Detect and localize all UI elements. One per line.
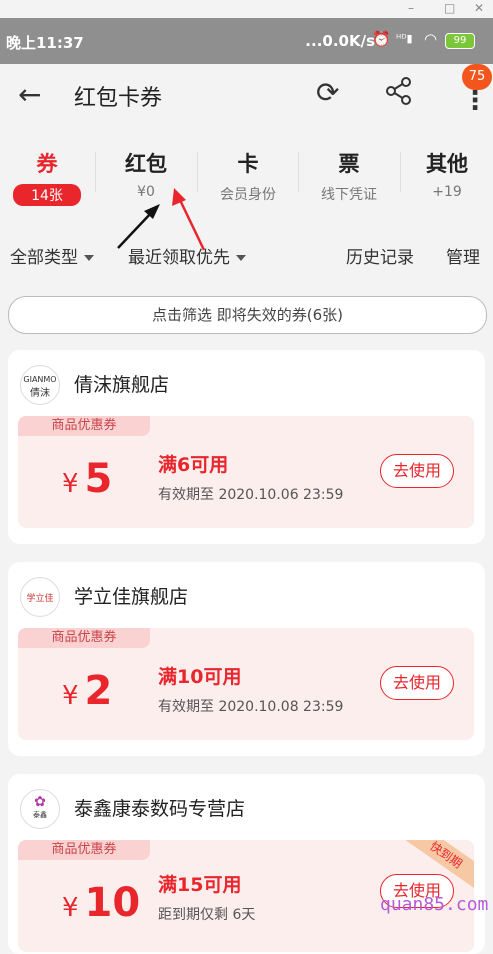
- status-time: 晚上11:37: [6, 34, 84, 52]
- logo-text: 泰鑫: [33, 811, 47, 819]
- minimize-button[interactable]: –: [408, 1, 414, 15]
- category-tabs: 券 14张 红包 ¥0 卡 会员身份 票 线下凭证 其他 +19: [0, 126, 493, 222]
- coupon-card: 学立佳 学立佳旗舰店 商品优惠券 ¥2 满10可用 有效期至 2020.10.0…: [8, 562, 485, 756]
- notification-badge: 75: [462, 64, 492, 90]
- wifi-icon: ◠: [424, 30, 438, 48]
- chevron-down-icon: [236, 255, 246, 261]
- use-coupon-button[interactable]: 去使用: [380, 454, 454, 488]
- tab-label: 券: [36, 152, 58, 176]
- alarm-icon: ⏰: [372, 30, 391, 48]
- currency-symbol: ¥: [62, 681, 79, 711]
- back-icon[interactable]: ←: [18, 78, 41, 111]
- coupon-type-tag: 商品优惠券: [18, 840, 150, 860]
- coupon-amount: ¥10: [62, 880, 140, 926]
- shop-logo: 学立佳: [20, 577, 60, 617]
- tab-sub: ¥0: [137, 184, 155, 200]
- page-title: 红包卡券: [74, 86, 163, 111]
- sort-label: 最近领取优先: [128, 248, 230, 268]
- currency-symbol: ¥: [62, 469, 79, 499]
- tab-coupons[interactable]: 券 14张: [0, 126, 94, 222]
- manage-link[interactable]: 管理: [446, 243, 480, 268]
- coupon-condition: 满15可用: [158, 874, 242, 896]
- tab-cards[interactable]: 卡 会员身份: [198, 126, 298, 222]
- share-icon[interactable]: [384, 76, 414, 110]
- shop-logo: GIANMO 倩沫: [20, 365, 60, 405]
- coupon-validity: 距到期仅剩 6天: [158, 907, 256, 923]
- amount-value: 2: [84, 668, 113, 714]
- amount-value: 5: [84, 456, 113, 502]
- coupon-body: 商品优惠券 ¥5 满6可用 有效期至 2020.10.06 23:59 去使用: [18, 416, 474, 528]
- shop-logo: ✿ 泰鑫: [20, 789, 60, 829]
- tab-red-packets[interactable]: 红包 ¥0: [96, 126, 196, 222]
- coupon-validity: 有效期至 2020.10.06 23:59: [158, 487, 344, 503]
- refresh-icon[interactable]: ⟳: [316, 76, 339, 109]
- history-link[interactable]: 历史记录: [346, 243, 414, 268]
- tab-divider: [197, 152, 198, 192]
- expiring-filter-button[interactable]: 点击筛选 即将失效的券(6张): [8, 296, 487, 334]
- tab-sub: 线下凭证: [321, 187, 377, 203]
- site-watermark: quan85.com: [380, 894, 489, 915]
- window-titlebar: – □ ✕: [0, 0, 493, 18]
- amount-value: 10: [84, 880, 141, 926]
- tab-tickets[interactable]: 票 线下凭证: [299, 126, 399, 222]
- tab-divider: [95, 152, 96, 192]
- coupon-amount: ¥2: [62, 668, 112, 714]
- logo-text: 学立佳: [26, 594, 54, 604]
- tab-label: 其他: [426, 152, 468, 176]
- close-button[interactable]: ✕: [474, 1, 484, 15]
- logo-text: GIANMO: [23, 375, 57, 384]
- tab-label: 卡: [237, 152, 259, 176]
- filter-bar: 全部类型 最近领取优先 历史记录 管理: [0, 222, 493, 284]
- coupon-body: 商品优惠券 ¥2 满10可用 有效期至 2020.10.08 23:59 去使用: [18, 628, 474, 740]
- app-header: ← 红包卡券 ⟳ ⋮: [0, 64, 493, 126]
- tab-others[interactable]: 其他 +19: [401, 126, 493, 222]
- network-speed: ...0.0K/s: [305, 32, 375, 50]
- coupon-card: GIANMO 倩沫 倩沫旗舰店 商品优惠券 ¥5 满6可用 有效期至 2020.…: [8, 350, 485, 544]
- coupon-amount: ¥5: [62, 456, 112, 502]
- coupon-type-tag: 商品优惠券: [18, 416, 150, 436]
- shop-name[interactable]: 倩沫旗舰店: [74, 370, 169, 397]
- coupon-validity: 有效期至 2020.10.08 23:59: [158, 699, 344, 715]
- more-icon[interactable]: ⋮: [462, 88, 488, 114]
- tab-sub: 会员身份: [220, 187, 276, 203]
- type-filter-label: 全部类型: [10, 248, 78, 268]
- shop-name[interactable]: 学立佳旗舰店: [74, 582, 188, 609]
- tab-label: 票: [338, 152, 360, 176]
- coupon-condition: 满10可用: [158, 666, 242, 688]
- maximize-button[interactable]: □: [444, 1, 455, 15]
- shop-name[interactable]: 泰鑫康泰数码专营店: [74, 794, 245, 821]
- tab-sub: +19: [432, 184, 462, 200]
- use-coupon-button[interactable]: 去使用: [380, 666, 454, 700]
- tab-label: 红包: [125, 152, 167, 176]
- chevron-down-icon: [84, 255, 94, 261]
- logo-sub: 倩沫: [30, 388, 50, 399]
- battery-icon: 99: [445, 33, 475, 49]
- coupon-type-tag: 商品优惠券: [18, 628, 150, 648]
- sort-dropdown[interactable]: 最近领取优先: [128, 243, 246, 268]
- type-filter-dropdown[interactable]: 全部类型: [10, 243, 94, 268]
- currency-symbol: ¥: [62, 893, 79, 923]
- coupon-condition: 满6可用: [158, 454, 229, 476]
- hd-signal-icon: ᴴᴰ▮: [396, 32, 413, 45]
- coupon-card: ✿ 泰鑫 泰鑫康泰数码专营店 商品优惠券 快到期 ¥10 满15可用 距到期仅剩…: [8, 774, 485, 954]
- status-bar: 晚上11:37 ...0.0K/s ⏰ ᴴᴰ▮ ◠ 99: [0, 18, 493, 64]
- tab-divider: [400, 152, 401, 192]
- tab-count: 14张: [13, 184, 81, 206]
- tab-divider: [298, 152, 299, 192]
- flower-icon: ✿: [34, 794, 46, 810]
